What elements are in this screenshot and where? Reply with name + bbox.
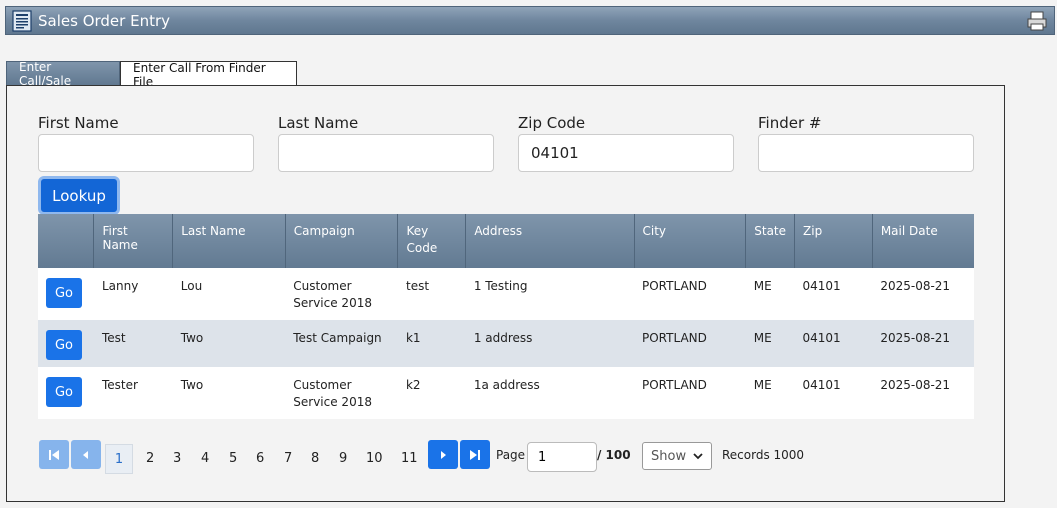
col-header-first-name[interactable]: First Name [93,214,174,268]
records-count: Records 1000 [722,448,805,462]
last-name-label: Last Name [278,114,359,132]
pagination: 1 2 3 4 5 6 7 8 9 10 11 Page / 100 Show … [39,440,999,474]
cell-zip: 04101 [794,367,873,419]
zip-code-input[interactable] [518,134,734,172]
col-header-mail-date[interactable]: Mail Date [872,214,974,268]
cell-key-code: k2 [397,367,466,419]
cell-city: PORTLAND [634,367,746,419]
cell-city: PORTLAND [634,320,746,367]
lookup-button[interactable]: Lookup [38,176,120,215]
document-icon [12,9,32,32]
cell-campaign: Customer Service 2018 [285,367,398,419]
last-page-icon [470,449,480,460]
cell-zip: 04101 [794,268,873,320]
cell-key-code: k1 [397,320,466,367]
last-page-button[interactable] [460,440,490,469]
page-1-link[interactable]: 1 [105,444,133,474]
cell-mail-date: 2025-08-21 [872,367,974,419]
cell-zip: 04101 [794,320,873,367]
page-5-link[interactable]: 5 [229,446,237,470]
window-title: Sales Order Entry [38,11,170,30]
page-total: / 100 [597,448,631,462]
table-row: Go Tester Two Customer Service 2018 k2 1… [38,367,974,419]
cell-mail-date: 2025-08-21 [872,268,974,320]
chevron-down-icon [693,453,703,460]
table-row: Go Lanny Lou Customer Service 2018 test … [38,268,974,320]
cell-key-code: test [397,268,466,320]
cell-state: ME [745,367,795,419]
prev-page-button[interactable] [71,440,101,469]
results-table: First Name Last Name Campaign Key Code A… [38,214,974,419]
finder-number-label: Finder # [758,114,822,132]
cell-city: PORTLAND [634,268,746,320]
first-page-button[interactable] [39,440,69,469]
page-10-link[interactable]: 10 [366,446,383,470]
cell-address: 1a address [465,367,634,419]
cell-state: ME [745,320,795,367]
page-6-link[interactable]: 6 [256,446,264,470]
finder-number-input[interactable] [758,134,974,172]
col-header-campaign[interactable]: Campaign [285,214,399,268]
cell-mail-date: 2025-08-21 [872,320,974,367]
finder-panel: First Name Last Name Zip Code Finder # L… [6,85,1005,502]
next-page-icon [441,450,446,459]
print-icon[interactable] [1026,10,1048,32]
col-header-zip[interactable]: Zip [794,214,873,268]
title-bar: Sales Order Entry [5,6,1055,35]
tab-bar: Enter Call/Sale Enter Call From Finder F… [6,60,297,89]
page-4-link[interactable]: 4 [201,446,209,470]
page-11-link[interactable]: 11 [401,446,418,470]
cell-first-name: Test [93,320,173,367]
first-page-icon [49,449,59,460]
page-9-link[interactable]: 9 [339,446,347,470]
go-button[interactable]: Go [46,377,82,407]
cell-last-name: Lou [172,268,286,320]
col-header-key-code[interactable]: Key Code [397,214,467,268]
col-header-action [38,214,95,268]
page-7-link[interactable]: 7 [284,446,292,470]
prev-page-icon [83,450,88,459]
cell-first-name: Lanny [93,268,173,320]
table-row: Go Test Two Test Campaign k1 1 address P… [38,320,974,367]
page-8-link[interactable]: 8 [311,446,319,470]
tab-enter-call-sale[interactable]: Enter Call/Sale [6,60,120,88]
col-header-state[interactable]: State [745,214,796,268]
cell-first-name: Tester [93,367,173,419]
col-header-last-name[interactable]: Last Name [172,214,286,268]
col-header-address[interactable]: Address [465,214,635,268]
cell-campaign: Customer Service 2018 [285,268,398,320]
cell-state: ME [745,268,795,320]
last-name-input[interactable] [278,134,494,172]
go-button[interactable]: Go [46,330,82,360]
page-label: Page [496,448,526,462]
go-button[interactable]: Go [46,278,82,308]
page-number-input[interactable] [527,442,597,472]
first-name-label: First Name [38,114,119,132]
zip-code-label: Zip Code [518,114,586,132]
col-header-city[interactable]: City [634,214,747,268]
cell-address: 1 Testing [465,268,634,320]
cell-last-name: Two [172,320,286,367]
page-size-value: Show [651,448,687,464]
page-3-link[interactable]: 3 [173,446,181,470]
first-name-input[interactable] [38,134,254,172]
page-2-link[interactable]: 2 [146,446,154,470]
cell-campaign: Test Campaign [285,320,398,367]
tab-enter-call-from-finder-file[interactable]: Enter Call From Finder File [120,61,297,89]
cell-last-name: Two [172,367,286,419]
page-size-select[interactable]: Show [642,442,712,470]
next-page-button[interactable] [428,440,458,469]
table-header-row: First Name Last Name Campaign Key Code A… [38,214,974,268]
cell-address: 1 address [465,320,634,367]
